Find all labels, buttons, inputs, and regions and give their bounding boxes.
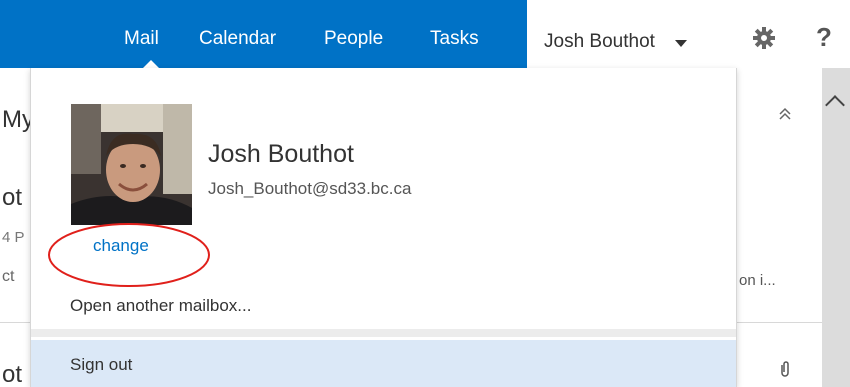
nav-people[interactable]: People [324, 27, 383, 51]
paperclip-icon [779, 360, 791, 383]
background-text: ot [2, 184, 23, 211]
user-menu-button[interactable]: Josh Bouthot [527, 0, 737, 68]
account-email: Josh_Bouthot@sd33.bc.ca [208, 179, 412, 198]
nav-tasks[interactable]: Tasks [430, 27, 479, 51]
list-divider [737, 322, 822, 323]
sign-out-button[interactable]: Sign out [31, 340, 736, 387]
annotation-circle [48, 223, 210, 287]
user-menu-label: Josh Bouthot [544, 31, 655, 52]
avatar [71, 104, 192, 225]
account-dropdown: Josh Bouthot Josh_Bouthot@sd33.bc.ca cha… [30, 68, 737, 387]
nav-calendar[interactable]: Calendar [199, 27, 276, 51]
background-mail-list: My ot 4 P ct ot [0, 68, 30, 387]
list-divider [0, 322, 30, 323]
help-icon[interactable]: ? [816, 22, 832, 52]
chevron-down-icon [675, 40, 687, 47]
message-preview-text: on i... [739, 272, 776, 289]
background-text: ot [2, 361, 23, 387]
nav-mail[interactable]: Mail [124, 27, 159, 51]
sign-out-label: Sign out [70, 355, 133, 374]
collapse-icon[interactable] [779, 107, 791, 124]
background-text: 4 P [2, 229, 25, 246]
gear-icon[interactable] [752, 26, 776, 50]
top-navigation-bar: Mail Calendar People Tasks Josh Bouthot … [0, 0, 850, 69]
account-display-name: Josh Bouthot [208, 140, 354, 168]
panel-divider [31, 329, 736, 337]
background-text: My [2, 106, 30, 133]
scrollbar[interactable] [822, 68, 850, 387]
background-text: ct [2, 268, 15, 285]
open-another-mailbox-link[interactable]: Open another mailbox... [70, 295, 251, 317]
